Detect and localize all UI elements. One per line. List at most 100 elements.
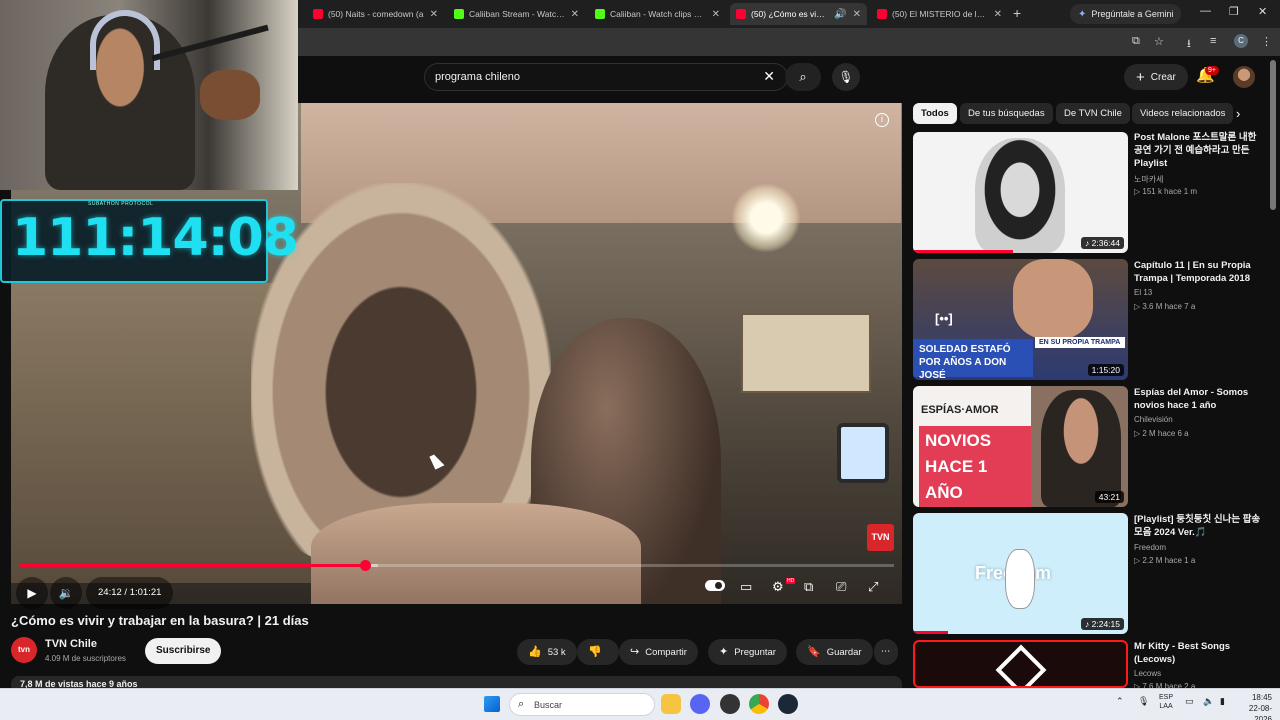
browser-profile-avatar[interactable]: C [1234, 34, 1248, 48]
rec-thumbnail[interactable] [913, 640, 1128, 688]
share-button[interactable]: ↪ Compartir [619, 639, 698, 665]
rec-channel[interactable]: Freedom [1134, 543, 1166, 552]
search-icon: ⌕ [518, 698, 525, 710]
rec-title[interactable]: Post Malone 포스트말론 내한 공연 가기 전 예습하라고 만든 Pl… [1134, 131, 1264, 170]
more-actions-button[interactable]: ⋯ [874, 639, 898, 665]
rec-title[interactable]: Capítulo 11 | En su Propia Trampa | Temp… [1134, 259, 1264, 285]
new-tab-button[interactable]: + [1013, 5, 1021, 21]
save-button[interactable]: 🔖 Guardar [796, 639, 873, 665]
app-icon[interactable] [720, 694, 740, 714]
file-explorer-icon[interactable] [661, 694, 681, 714]
bookmark-star-icon[interactable]: ☆ [1154, 35, 1164, 48]
rec-thumbnail[interactable]: ESPÍAS·AMOR NOVIOS HACE 1 AÑO 43:21 [913, 386, 1128, 507]
rec-thumbnail[interactable]: [••] SOLEDAD ESTAFÓ POR AÑOS A DON JOSÉ … [913, 259, 1128, 380]
volume-icon[interactable]: 🔈 [1203, 696, 1214, 707]
install-app-icon[interactable]: ⧉ [1132, 35, 1140, 48]
like-button[interactable]: 👍 53 k [517, 639, 577, 665]
progress-bar[interactable] [19, 560, 894, 571]
language-indicator[interactable]: ESP LAA [1159, 693, 1173, 711]
scrubber-handle[interactable] [359, 560, 371, 571]
chip-todos[interactable]: Todos [913, 103, 957, 124]
notifications-badge: 9+ [1205, 66, 1219, 75]
more-horizontal-icon: ⋯ [881, 646, 891, 657]
autoplay-toggle[interactable] [705, 580, 725, 591]
fullscreen-icon[interactable]: ⤢ [868, 579, 878, 595]
rec-channel[interactable]: El 13 [1134, 288, 1152, 297]
discord-icon[interactable] [690, 694, 710, 714]
page-scrollbar[interactable] [1270, 60, 1276, 210]
windows-start-icon[interactable] [484, 696, 500, 712]
youtube-icon [877, 9, 887, 19]
browser-tab-3[interactable]: Caliiban - Watch clips on l ✕ [589, 3, 726, 25]
thumb-caption: NOVIOS HACE 1 AÑO [919, 426, 1031, 507]
subathon-timer: 111:14:08 [12, 208, 299, 268]
clear-search-icon[interactable]: ✕ [763, 68, 775, 85]
rec-title[interactable]: Espías del Amor - Somos novios hace 1 añ… [1134, 386, 1264, 412]
close-icon[interactable]: ✕ [712, 9, 720, 20]
close-window-icon[interactable]: ✕ [1258, 5, 1267, 18]
minimize-icon[interactable]: — [1200, 5, 1211, 17]
browser-tab-1[interactable]: (50) Naits - comedown (a ✕ [307, 3, 444, 25]
chip-de-tus-busquedas[interactable]: De tus búsquedas [960, 103, 1053, 124]
cast-icon[interactable]: ⎚ [836, 579, 846, 595]
rec-channel[interactable]: Lecows [1134, 669, 1161, 678]
channel-watermark[interactable]: TVN [867, 524, 894, 551]
browser-tab-2[interactable]: Caliiban Stream - Watch L ✕ [448, 3, 585, 25]
gemini-button[interactable]: ✦ Pregúntale a Gemini [1070, 4, 1182, 24]
miniplayer-icon[interactable]: ⧉ [804, 579, 813, 595]
info-icon[interactable]: i [875, 113, 889, 127]
play-icon[interactable]: ▶ [16, 577, 48, 609]
restore-icon[interactable]: ❐ [1229, 5, 1239, 18]
channel-name[interactable]: TVN Chile [45, 638, 97, 650]
speaker-icon[interactable]: 🔊 [834, 9, 846, 20]
microphone-icon[interactable]: 🎙 [1138, 696, 1149, 707]
close-icon[interactable]: ✕ [994, 9, 1002, 20]
browser-tab-5[interactable]: (50) El MISTERIO de los m ✕ [871, 3, 1008, 25]
steam-icon[interactable] [778, 694, 798, 714]
ask-button[interactable]: ✦ Preguntar [708, 639, 787, 665]
thumb-brand: ESPÍAS·AMOR [921, 404, 999, 416]
microphone-icon[interactable]: 🎙 [832, 63, 860, 91]
chip-de-tvn-chile[interactable]: De TVN Chile [1056, 103, 1130, 124]
rec-meta: ▷ 151 k hace 1 m [1134, 187, 1198, 196]
rec-thumbnail[interactable]: ♪ 2:36:44 [913, 132, 1128, 253]
chevron-right-icon[interactable]: › [1236, 106, 1240, 121]
rec-channel[interactable]: 노마카세 [1134, 174, 1163, 185]
taskbar-clock[interactable]: 18:45 22-08-2026 [1236, 692, 1272, 720]
taskbar-search-input[interactable]: ⌕ Buscar [509, 693, 655, 716]
close-icon[interactable]: ✕ [430, 9, 438, 20]
close-icon[interactable]: ✕ [853, 9, 861, 20]
dislike-button[interactable]: 👎 [577, 639, 619, 665]
language-layout: LAA [1159, 703, 1173, 710]
chevron-up-icon[interactable]: ⌃ [1116, 696, 1124, 707]
close-icon[interactable]: ✕ [571, 9, 579, 20]
streamer-webcam-overlay [0, 0, 298, 190]
create-button[interactable]: + Crear [1124, 64, 1188, 90]
settings-gear-icon[interactable]: ⚙ [772, 579, 784, 595]
network-icon[interactable]: ▭ [1185, 696, 1194, 707]
timer-label: SUBATHON PROTOCOL [88, 201, 154, 207]
search-input[interactable]: programa chileno ✕ [424, 63, 788, 91]
account-avatar[interactable] [1233, 66, 1255, 88]
battery-icon[interactable]: ▮ [1220, 696, 1225, 707]
browser-tab-4-active[interactable]: (50) ¿Cómo es vivir y tr 🔊 ✕ [730, 3, 867, 25]
search-icon[interactable]: ⌕ [785, 63, 821, 91]
duration-badge: ♪ 2:24:15 [1081, 618, 1124, 630]
thumb-badge: EN SU PROPIA TRAMPA [1035, 337, 1125, 348]
volume-icon[interactable]: 🔉 [50, 577, 82, 609]
search-query: programa chileno [435, 71, 520, 83]
subscribe-button[interactable]: Suscribirse [145, 638, 222, 664]
chrome-icon[interactable] [749, 694, 769, 714]
hd-badge: HD [786, 578, 796, 584]
chip-videos-relacionados[interactable]: Videos relacionados [1132, 103, 1234, 124]
rec-title[interactable]: Mr Kitty - Best Songs (Lecows) [1134, 640, 1264, 666]
channel-avatar[interactable]: tvn [11, 637, 37, 663]
rec-channel[interactable]: Chilevisión [1134, 415, 1173, 424]
more-menu-icon[interactable]: ⋮ [1261, 35, 1272, 48]
media-control-icon[interactable]: ≡ [1210, 35, 1216, 47]
download-icon[interactable]: ⭳ [1187, 35, 1191, 54]
rec-thumbnail[interactable]: Freedom ♪ 2:24:15 [913, 513, 1128, 634]
thumb-face [1041, 390, 1121, 507]
rec-title[interactable]: [Playlist] 둥칫둥칫 신나는 팝송 모음 2024 Ver.🎵 [1134, 513, 1264, 539]
subtitles-icon[interactable]: ▭ [740, 579, 752, 595]
